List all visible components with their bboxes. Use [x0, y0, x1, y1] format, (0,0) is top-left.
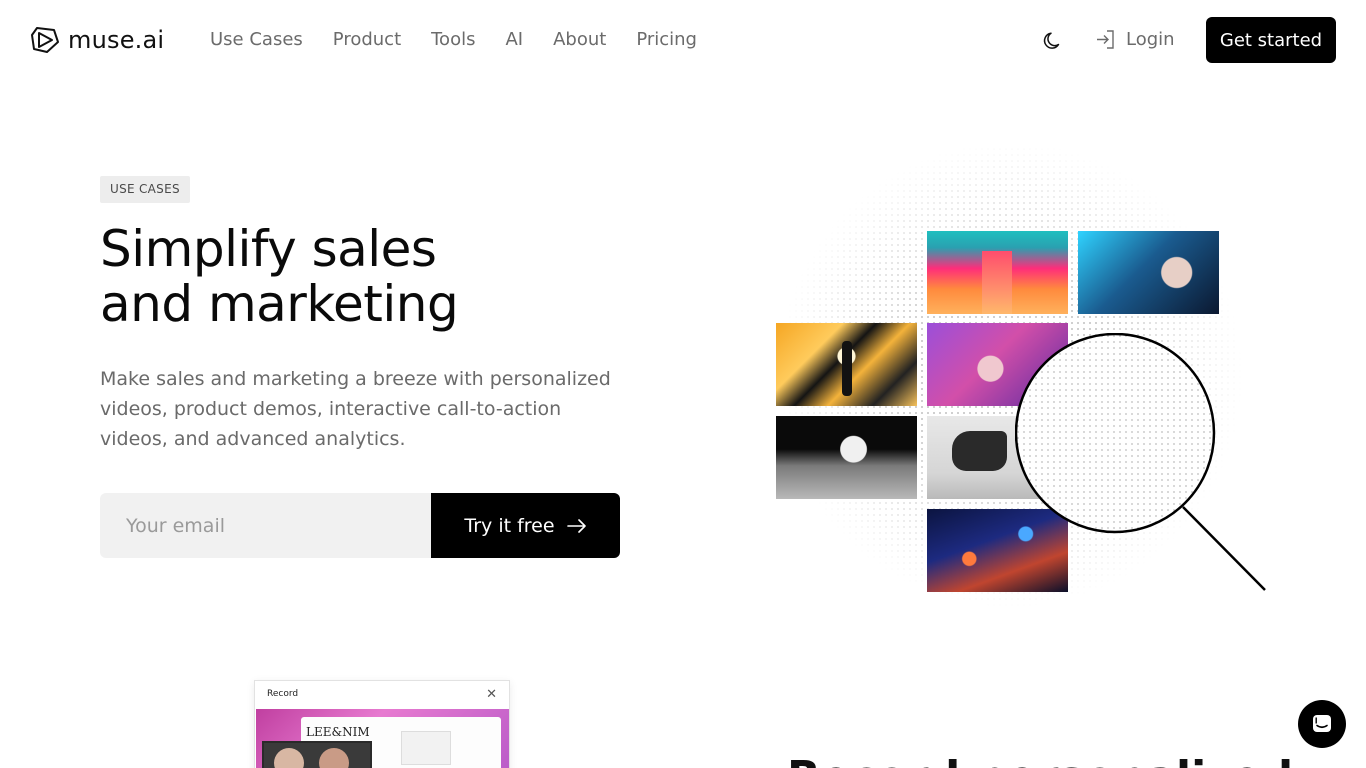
hero-collage	[770, 140, 1290, 610]
hero-title-line-1: Simplify sales	[100, 220, 437, 278]
hero-title: Simplify sales and marketing	[100, 222, 660, 332]
nav-link-tools[interactable]: Tools	[431, 29, 475, 50]
logo-icon	[31, 27, 59, 53]
get-started-button[interactable]: Get started	[1206, 17, 1336, 63]
top-nav: muse.ai Use Cases Product Tools AI About…	[0, 0, 1366, 82]
webcam-preview	[262, 741, 372, 768]
nav-link-pricing[interactable]: Pricing	[636, 29, 697, 50]
record-screen-preview: LEE&NIM	[256, 709, 509, 768]
nav-link-use-cases[interactable]: Use Cases	[210, 29, 303, 50]
brand-logo[interactable]: muse.ai	[30, 26, 164, 54]
magnifier-icon	[1015, 333, 1266, 591]
hero-subtitle: Make sales and marketing a breeze with p…	[100, 368, 611, 450]
woman-blue-light-image	[1078, 231, 1219, 314]
nav-link-about[interactable]: About	[553, 29, 606, 50]
section-badge: USE CASES	[100, 176, 190, 203]
login-icon	[1097, 30, 1114, 49]
section2-heading: Record personalized	[787, 752, 1293, 768]
nav-links: Use Cases Product Tools AI About Pricing	[210, 29, 697, 50]
nav-link-product[interactable]: Product	[333, 29, 401, 50]
chat-launcher[interactable]	[1298, 700, 1346, 748]
login-link[interactable]: Login	[1095, 29, 1175, 50]
arrow-right-icon	[566, 518, 586, 533]
hero-title-line-2: and marketing	[100, 275, 459, 333]
close-icon[interactable]: ✕	[486, 687, 497, 702]
astronaut-moon-image	[776, 416, 917, 499]
signup-form: Try it free	[100, 493, 620, 558]
record-window-title: Record	[267, 689, 299, 699]
moon-icon[interactable]	[1042, 30, 1064, 52]
email-input[interactable]	[100, 493, 431, 558]
neon-corridor-image	[927, 231, 1068, 314]
try-it-free-label: Try it free	[464, 514, 555, 537]
login-label: Login	[1126, 29, 1175, 50]
record-brand-text: LEE&NIM	[306, 725, 370, 739]
record-side-panel	[401, 731, 451, 765]
record-window-header: Record ✕	[255, 681, 509, 707]
gold-abstract-figure-image	[776, 323, 917, 406]
nav-link-ai[interactable]: AI	[505, 29, 523, 50]
record-preview-card: Record ✕ LEE&NIM	[254, 680, 510, 768]
chat-icon	[1313, 715, 1331, 732]
brand-name: muse.ai	[68, 26, 165, 54]
try-it-free-button[interactable]: Try it free	[431, 493, 620, 558]
